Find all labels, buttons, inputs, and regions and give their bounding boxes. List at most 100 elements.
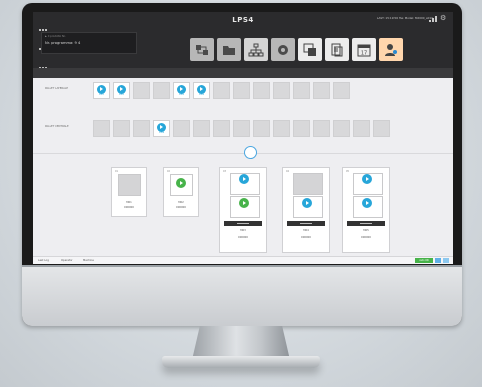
monitor-stand-neck (192, 326, 290, 360)
play-icon (302, 198, 312, 208)
tile-label: 2005 (178, 94, 185, 96)
pallet-tile[interactable] (233, 120, 250, 137)
pallet-tile[interactable] (293, 120, 310, 137)
play-icon (239, 198, 249, 208)
monitor-chin (22, 266, 462, 326)
network-icon (248, 43, 264, 56)
machine-card-3[interactable]: 03 M03 000000 (219, 167, 267, 253)
chart-window-icon (303, 43, 316, 56)
monitor-chin-edge (22, 265, 462, 267)
status-info: LAST: 15:19:56 Hw. Model: M2000_e010 (376, 16, 433, 20)
pallet-tile[interactable] (273, 120, 290, 137)
tile-label: 2006 (198, 94, 205, 96)
settings-icon[interactable]: ⚙ (440, 14, 448, 22)
card-subtitle: 000000 (176, 206, 186, 209)
play-icon (362, 198, 372, 208)
pallet-row-central: 2004 (93, 120, 390, 137)
pallet-tile[interactable]: 2002 (113, 82, 130, 99)
header-bar: LPS4 ► Il prodotto Nr. Nr. programma: 9 … (33, 12, 453, 78)
card-title: M05 (363, 229, 369, 232)
footer-last-log[interactable]: Last Log (38, 259, 49, 262)
footer-machine[interactable]: Machine (83, 259, 94, 262)
pallet-tile[interactable] (353, 120, 370, 137)
pallet-tile[interactable] (333, 120, 350, 137)
pallet-tile[interactable] (153, 82, 170, 99)
status-line-2: Nr. programma: 9 4 (45, 41, 81, 45)
card-subtitle: 000000 (124, 206, 134, 209)
cog-icon (278, 44, 288, 55)
machine-card-4[interactable]: 04 M04 000000 (282, 167, 330, 253)
tile-label: 2004 (158, 132, 165, 134)
auto-on-button[interactable]: Auto ON (415, 258, 433, 263)
card-title: M01 (126, 201, 132, 204)
card-number: 03 (223, 170, 226, 173)
pallet-tile[interactable]: 2006 (193, 82, 210, 99)
pallet-tile[interactable] (113, 120, 130, 137)
status-line-1: ► Il prodotto Nr. (45, 35, 66, 38)
pallet-tile[interactable] (313, 120, 330, 137)
card-title: M03 (240, 229, 246, 232)
progress-bar (287, 221, 325, 226)
card-subtitle: 000000 (301, 236, 311, 239)
card-subtitle: 000000 (361, 236, 371, 239)
pallet-tile[interactable]: 2004 (153, 120, 170, 137)
blue-action-button[interactable] (435, 258, 441, 263)
card-number: 05 (346, 170, 349, 173)
status-panel: ► Il prodotto Nr. Nr. programma: 9 4 (41, 32, 137, 54)
pallet-tile[interactable] (313, 82, 330, 99)
card-image (118, 174, 141, 196)
play-icon (177, 85, 186, 94)
gear-button[interactable] (271, 38, 295, 61)
pallet-tile[interactable] (213, 120, 230, 137)
document-button[interactable] (325, 38, 349, 61)
pallet-tile[interactable] (253, 82, 270, 99)
center-ring-button[interactable] (244, 146, 257, 159)
window-button[interactable] (298, 38, 322, 61)
divider (33, 153, 453, 154)
pallet-tile[interactable] (213, 82, 230, 99)
user-button[interactable] (379, 38, 403, 61)
play-icon (176, 178, 186, 188)
calendar-day: 17 (361, 50, 367, 56)
monitor-stand-foot (162, 356, 320, 368)
pallet-tile[interactable] (253, 120, 270, 137)
calendar-button[interactable]: 17 (352, 38, 376, 61)
pallet-tile[interactable] (173, 120, 190, 137)
folder-icon (223, 45, 235, 55)
transfer-button[interactable] (190, 38, 214, 61)
folder-button[interactable] (217, 38, 241, 61)
tile-label: 2002 (118, 94, 125, 96)
network-button[interactable] (244, 38, 268, 61)
machine-card-1[interactable]: 01 M01 000000 (111, 167, 147, 217)
footer-operator[interactable]: Operator (61, 259, 73, 262)
play-icon (157, 123, 166, 132)
pallet-tile[interactable] (333, 82, 350, 99)
pallet-tile[interactable] (293, 82, 310, 99)
pallet-tile[interactable]: 2001 (93, 82, 110, 99)
pallet-tile[interactable] (273, 82, 290, 99)
pallet-tile[interactable] (133, 120, 150, 137)
card-title: M02 (178, 201, 184, 204)
header-strip (33, 68, 453, 78)
tile-label: 2001 (98, 94, 105, 96)
machine-card-2[interactable]: 02 M02 000000 (163, 167, 199, 217)
pallet-tile[interactable]: 2005 (173, 82, 190, 99)
pallet-tile[interactable] (193, 120, 210, 137)
pallet-tile[interactable] (93, 120, 110, 137)
pallet-tile[interactable] (373, 120, 390, 137)
card-number: 01 (115, 170, 118, 173)
play-icon (97, 85, 106, 94)
pallet-tile[interactable] (233, 82, 250, 99)
play-icon (117, 85, 126, 94)
play-icon (239, 174, 249, 184)
light-blue-action-button[interactable] (443, 258, 449, 263)
pallet-row-lateral: 2001 2002 2005 2006 (93, 82, 350, 99)
machine-card-5[interactable]: 05 M05 000000 (342, 167, 390, 253)
calendar-icon: 17 (357, 44, 371, 56)
play-icon (197, 85, 206, 94)
pallet-tile[interactable] (133, 82, 150, 99)
signal-bars-icon (429, 16, 439, 22)
toolbar: 17 (190, 38, 403, 61)
row-label-lateral: PALLET LATERALE (45, 87, 68, 90)
play-icon (362, 174, 372, 184)
